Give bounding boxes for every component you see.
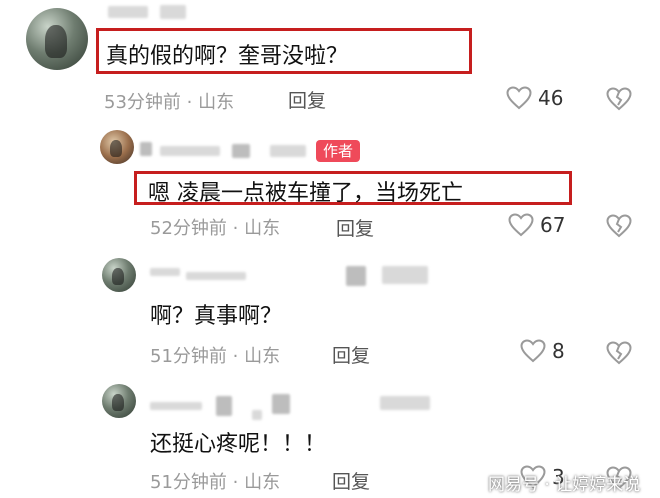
broken-heart-icon	[606, 214, 632, 242]
comment-time-location: 51分钟前 · 山东	[150, 472, 281, 493]
username-blurred	[252, 410, 262, 420]
avatar[interactable]	[26, 8, 88, 70]
username-blurred	[150, 402, 202, 410]
reply-button[interactable]: 回复	[332, 467, 370, 494]
username-blurred	[232, 144, 250, 158]
like-count: 46	[538, 86, 564, 110]
username-blurred	[140, 142, 152, 156]
like-button[interactable]: 8	[520, 339, 565, 363]
username-blurred	[216, 396, 232, 416]
username-blurred	[346, 266, 366, 286]
comment-text: 啊？真事啊？	[150, 304, 283, 329]
broken-heart-icon	[606, 87, 632, 115]
reply-button[interactable]: 回复	[336, 214, 374, 241]
heart-outline-icon	[520, 339, 546, 363]
username-blurred	[186, 272, 246, 280]
username-blurred	[270, 145, 306, 157]
username-blurred	[160, 5, 186, 19]
comment-text: 嗯 凌晨一点被车撞了，当场死亡	[148, 181, 463, 206]
username-blurred	[272, 394, 290, 414]
like-button[interactable]: 67	[508, 213, 565, 237]
avatar[interactable]	[100, 130, 134, 164]
username-blurred	[380, 396, 430, 410]
like-button[interactable]: 46	[506, 86, 563, 110]
username-blurred	[382, 266, 428, 284]
reply-button[interactable]: 回复	[332, 341, 370, 368]
dislike-button[interactable]	[606, 341, 632, 369]
comment-text: 还挺心疼呢！！！	[150, 432, 327, 457]
dislike-button[interactable]	[606, 214, 632, 242]
comment-text: 真的假的啊？奎哥没啦？	[106, 44, 349, 69]
broken-heart-icon	[606, 341, 632, 369]
reply-button[interactable]: 回复	[288, 86, 326, 113]
comment-time-location: 53分钟前 · 山东	[104, 92, 235, 113]
dislike-button[interactable]	[606, 87, 632, 115]
comment-time-location: 51分钟前 · 山东	[150, 346, 281, 367]
username-blurred	[150, 268, 180, 276]
heart-outline-icon	[506, 86, 532, 110]
author-badge: 作者	[316, 140, 361, 162]
heart-outline-icon	[508, 213, 534, 237]
avatar[interactable]	[102, 258, 136, 292]
comment-time-location: 52分钟前 · 山东	[150, 218, 281, 239]
like-count: 8	[552, 339, 565, 363]
username-blurred	[160, 146, 220, 156]
watermark: 网易号 · 让婷婷来说	[488, 475, 641, 495]
like-count: 67	[540, 213, 566, 237]
username-blurred	[108, 6, 148, 18]
avatar[interactable]	[102, 384, 136, 418]
